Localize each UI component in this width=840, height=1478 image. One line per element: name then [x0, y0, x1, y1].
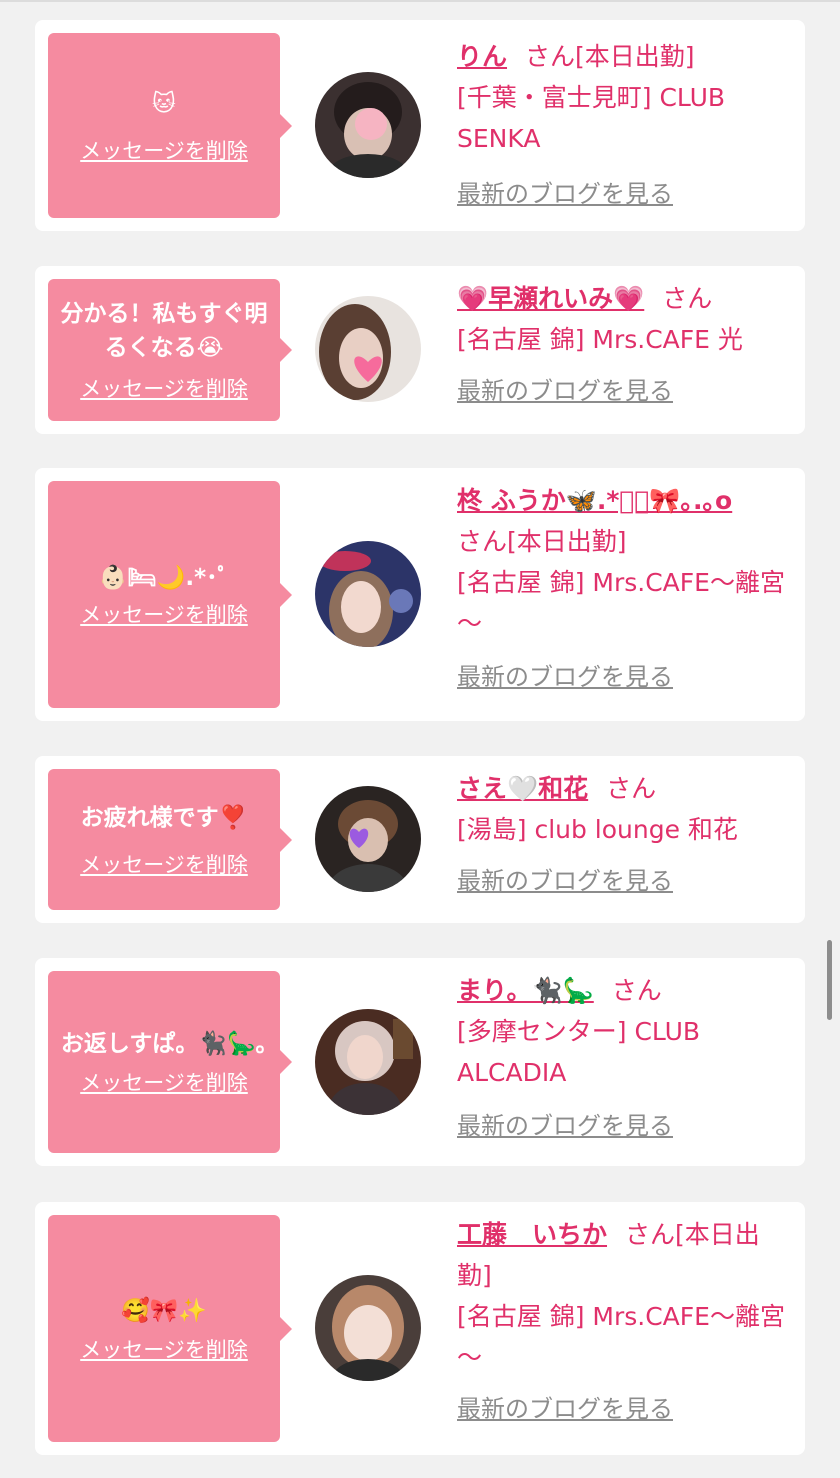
message-text: 👶🏻🛏🌙.*･ﾟ [98, 564, 230, 591]
avatar[interactable] [315, 541, 421, 647]
message-bubble: 分かる！私もすぐ明るくなる😭 メッセージを削除 [48, 279, 292, 421]
top-divider [0, 0, 840, 2]
name-line: 柊 ふうか🦋.*ﾟ︵🎀｡.｡o [457, 480, 792, 521]
avatar-photo [315, 786, 421, 892]
avatar-photo [315, 1275, 421, 1381]
cast-info: さえ🤍和花 さん [湯島] club lounge 和花 最新のブログを見る [457, 768, 792, 898]
shop-label: [名古屋 錦] Mrs.CAFE～離宮～ [457, 568, 785, 638]
avatar[interactable] [315, 72, 421, 178]
cast-name-link[interactable]: 💗早瀬れいみ💗 [457, 284, 644, 313]
name-line: りん さん[本日出勤] [457, 36, 792, 77]
cast-name-link[interactable]: 柊 ふうか🦋.*ﾟ︵🎀｡.｡o [457, 486, 732, 515]
cast-info: 工藤 いちか さん[本日出勤] [名古屋 錦] Mrs.CAFE～離宮～ 最新のブ… [457, 1214, 792, 1426]
avatar[interactable] [315, 296, 421, 402]
cast-info: 柊 ふうか🦋.*ﾟ︵🎀｡.｡o さん[本日出勤] [名古屋 錦] Mrs.CAF… [457, 480, 792, 694]
avatar-photo [315, 541, 421, 647]
honorific: さん [606, 774, 657, 803]
honorific: さん[本日出勤] [457, 527, 627, 556]
blog-link[interactable]: 最新のブログを見る [457, 374, 792, 408]
avatar[interactable] [315, 786, 421, 892]
honorific: さん[本日出勤] [525, 42, 695, 71]
blog-link[interactable]: 最新のブログを見る [457, 1392, 792, 1426]
message-bubble: 🥰🎀✨ メッセージを削除 [48, 1215, 292, 1442]
blog-link[interactable]: 最新のブログを見る [457, 177, 792, 211]
delete-message-link[interactable]: メッセージを削除 [80, 135, 248, 165]
shop-label: [名古屋 錦] Mrs.CAFE～離宮～ [457, 1302, 785, 1372]
message-text: 🐱 [152, 90, 176, 117]
delete-message-link[interactable]: メッセージを削除 [80, 849, 248, 879]
message-bubble: お返しすぱ。🐈‍⬛🦕｡ メッセージを削除 [48, 971, 292, 1153]
avatar-photo [315, 72, 421, 178]
message-bubble: 🐱 メッセージを削除 [48, 33, 292, 218]
shop-label: [多摩センター] CLUB ALCADIA [457, 1017, 701, 1087]
name-line: さえ🤍和花 さん [457, 768, 792, 809]
blog-link[interactable]: 最新のブログを見る [457, 1109, 792, 1143]
message-bubble: 👶🏻🛏🌙.*･ﾟ メッセージを削除 [48, 481, 292, 708]
delete-message-link[interactable]: メッセージを削除 [80, 599, 248, 629]
cast-info: まり。🐈‍⬛🦕 さん [多摩センター] CLUB ALCADIA 最新のブログを見… [457, 970, 792, 1143]
shop-label: [名古屋 錦] Mrs.CAFE 光 [457, 325, 743, 354]
blog-link[interactable]: 最新のブログを見る [457, 864, 792, 898]
message-text: お疲れ様です❣️ [80, 804, 248, 831]
delete-message-link[interactable]: メッセージを削除 [80, 1067, 248, 1097]
message-card: 🥰🎀✨ メッセージを削除 工藤 いちか さん[本日出勤] [名古屋 錦] Mrs.… [35, 1202, 805, 1455]
cast-name-link[interactable]: りん [457, 42, 507, 71]
delete-message-link[interactable]: メッセージを削除 [80, 373, 248, 403]
message-text: 🥰🎀✨ [121, 1297, 207, 1324]
message-bubble: お疲れ様です❣️ メッセージを削除 [48, 769, 292, 910]
shop-label: [湯島] club lounge 和花 [457, 815, 738, 844]
message-card: 🐱 メッセージを削除 りん さん[本日出勤] [千葉・富士見町] CLUB SEN… [35, 20, 805, 231]
avatar[interactable] [315, 1275, 421, 1381]
message-text: お返しすぱ。🐈‍⬛🦕｡ [60, 1031, 268, 1057]
cast-name-link[interactable]: 工藤 いちか [457, 1220, 607, 1249]
avatar[interactable] [315, 1009, 421, 1115]
honorific: さん [611, 976, 662, 1005]
message-card: お返しすぱ。🐈‍⬛🦕｡ メッセージを削除 まり。🐈‍⬛🦕 さん [多摩センター] … [35, 958, 805, 1166]
blog-link[interactable]: 最新のブログを見る [457, 660, 792, 694]
cast-name-link[interactable]: まり。🐈‍⬛🦕 [457, 976, 594, 1005]
name-line: 工藤 いちか さん[本日出勤] [457, 1214, 792, 1296]
cast-info: りん さん[本日出勤] [千葉・富士見町] CLUB SENKA 最新のブログを見… [457, 36, 792, 211]
cast-info: 💗早瀬れいみ💗 さん [名古屋 錦] Mrs.CAFE 光 最新のブログを見る [457, 278, 792, 408]
message-text: 分かる！私もすぐ明るくなる😭 [60, 301, 268, 361]
avatar-photo [315, 1009, 421, 1115]
cast-name-link[interactable]: さえ🤍和花 [457, 774, 588, 803]
avatar-photo [315, 296, 421, 402]
scrollbar-thumb[interactable] [827, 940, 832, 1020]
name-line: まり。🐈‍⬛🦕 さん [457, 970, 792, 1011]
honorific: さん [662, 284, 713, 313]
delete-message-link[interactable]: メッセージを削除 [80, 1334, 248, 1364]
shop-label: [千葉・富士見町] CLUB SENKA [457, 83, 726, 153]
message-card: 分かる！私もすぐ明るくなる😭 メッセージを削除 💗早瀬れいみ💗 さん [名古屋 錦… [35, 266, 805, 434]
message-card: 👶🏻🛏🌙.*･ﾟ メッセージを削除 柊 ふうか🦋.*ﾟ︵🎀｡.｡o さん[本日出… [35, 468, 805, 721]
message-card: お疲れ様です❣️ メッセージを削除 さえ🤍和花 さん [湯島] club loun… [35, 756, 805, 923]
name-line: 💗早瀬れいみ💗 さん [457, 278, 792, 319]
